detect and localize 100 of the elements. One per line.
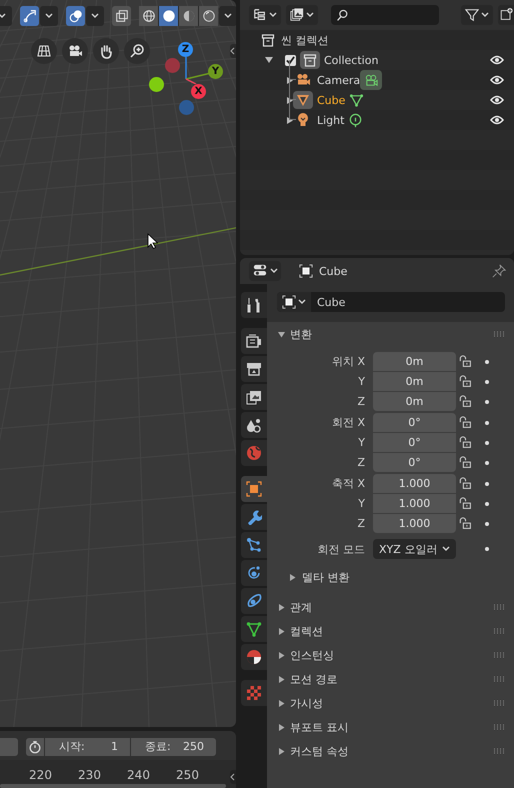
display-mode-button[interactable] — [249, 5, 281, 25]
axis-handle[interactable] — [179, 100, 194, 115]
lock-toggle[interactable] — [458, 476, 474, 490]
keyframe-dot[interactable] — [485, 460, 489, 464]
visibility-toggle[interactable] — [490, 115, 504, 125]
camera-button[interactable] — [62, 38, 88, 64]
subpanel-header[interactable]: 델타 변환 — [267, 565, 514, 589]
number-field[interactable]: 1.000 — [373, 474, 456, 493]
lock-toggle[interactable] — [458, 456, 474, 470]
dropdown-button[interactable] — [40, 6, 58, 26]
checkbox[interactable] — [285, 54, 296, 66]
number-field[interactable]: 1.000 — [373, 494, 456, 513]
data-tab[interactable] — [241, 616, 267, 642]
stopwatch-button[interactable] — [26, 738, 44, 756]
search-field[interactable] — [331, 5, 439, 25]
overlays-toggle[interactable] — [66, 6, 85, 26]
view-layer-tab[interactable] — [241, 384, 267, 410]
object-tab[interactable] — [241, 476, 267, 502]
keyframe-dot[interactable] — [485, 360, 489, 364]
visibility-toggle[interactable] — [490, 55, 504, 65]
new-collection-button[interactable] — [498, 5, 514, 25]
panel-header[interactable]: 관계 — [267, 595, 514, 619]
output-tab[interactable] — [241, 356, 267, 382]
camera-data-icon[interactable] — [360, 70, 382, 90]
number-field[interactable]: 0m — [373, 352, 456, 371]
particles-tab[interactable] — [241, 532, 267, 558]
sidebar-arrow-button[interactable] — [230, 770, 236, 784]
keyframe-dot[interactable] — [485, 440, 489, 444]
dropdown-button[interactable] — [86, 6, 104, 26]
number-field[interactable]: 0° — [373, 453, 456, 472]
collection-icon[interactable] — [300, 51, 320, 69]
end-frame-field[interactable]: 종료: 250 — [131, 738, 216, 756]
number-field[interactable]: 0° — [373, 433, 456, 452]
keyframe-dot[interactable] — [485, 522, 489, 526]
scene-collection-label[interactable]: 씬 컬렉션 — [281, 32, 328, 48]
start-frame-field[interactable]: 시작: 1 — [45, 738, 130, 756]
render-tab[interactable] — [241, 328, 267, 354]
panel-header[interactable]: 모션 경로 — [267, 667, 514, 691]
collapse-arrow-icon[interactable] — [265, 56, 273, 64]
grid-button[interactable] — [31, 38, 57, 64]
visibility-toggle[interactable] — [490, 75, 504, 85]
physics-tab[interactable] — [241, 560, 267, 586]
panel-header[interactable]: 가시성 — [267, 691, 514, 715]
lock-toggle[interactable] — [458, 496, 474, 510]
lock-toggle[interactable] — [458, 354, 474, 368]
z-axis-handle[interactable]: Z — [178, 42, 193, 57]
lock-toggle[interactable] — [458, 394, 474, 408]
hand-button[interactable] — [93, 38, 119, 64]
object-name[interactable]: Camera — [317, 74, 360, 86]
panel-header[interactable]: 컬렉션 — [267, 619, 514, 643]
solid-shading-button[interactable] — [159, 6, 178, 26]
xray-toggle[interactable] — [112, 6, 131, 26]
keyframe-dot[interactable] — [485, 400, 489, 404]
keyframe-dot[interactable] — [485, 502, 489, 506]
panel-header[interactable]: 변환 — [267, 322, 514, 346]
material-shading-button[interactable] — [179, 6, 198, 26]
number-field[interactable]: 1.000 — [373, 514, 456, 533]
scene-tab[interactable] — [241, 412, 267, 438]
lock-toggle[interactable] — [458, 436, 474, 450]
number-field[interactable]: 0m — [373, 372, 456, 391]
panel-header[interactable]: 커스텀 속성 — [267, 739, 514, 763]
proportional-toggle[interactable] — [20, 6, 39, 26]
lock-toggle[interactable] — [458, 374, 474, 388]
panel-header[interactable]: 뷰포트 표시 — [267, 715, 514, 739]
lock-toggle[interactable] — [458, 416, 474, 430]
panel-header[interactable]: 인스턴싱 — [267, 643, 514, 667]
tool-tab[interactable] — [241, 292, 267, 318]
object-name[interactable]: Cube — [317, 94, 346, 106]
number-field[interactable]: 0m — [373, 392, 456, 411]
editor-type-button[interactable] — [249, 261, 281, 281]
lock-toggle[interactable] — [458, 516, 474, 530]
y-axis-handle[interactable]: Y — [208, 64, 223, 79]
x-axis-handle[interactable]: X — [191, 84, 206, 99]
axis-handle[interactable] — [149, 77, 164, 92]
wireframe-shading-button[interactable] — [139, 6, 158, 26]
filter-mode-button[interactable] — [286, 5, 318, 25]
collection-name[interactable]: Collection — [324, 54, 378, 66]
modifiers-tab[interactable] — [241, 504, 267, 530]
number-field[interactable]: 0° — [373, 413, 456, 432]
axis-handle[interactable] — [165, 58, 180, 73]
sidebar-arrow-button[interactable] — [230, 44, 236, 58]
texture-tab[interactable] — [241, 680, 267, 706]
filter-button[interactable] — [461, 5, 493, 25]
rendered-shading-button[interactable] — [199, 6, 218, 26]
object-name[interactable]: Light — [317, 114, 344, 126]
material-tab[interactable] — [241, 644, 267, 670]
scrollbar[interactable] — [0, 784, 226, 788]
visibility-toggle[interactable] — [490, 95, 504, 105]
keyframe-dot[interactable] — [485, 482, 489, 486]
keyframe-dot[interactable] — [485, 380, 489, 384]
data-block-dropdown[interactable] — [277, 292, 311, 312]
zoom-button[interactable] — [124, 38, 150, 64]
rotation-mode-dropdown[interactable]: XYZ 오일러 — [373, 539, 456, 559]
mesh-object-icon[interactable] — [293, 91, 313, 109]
constraints-tab[interactable] — [241, 588, 267, 614]
keyframe-dot[interactable] — [485, 547, 489, 551]
name-field[interactable]: Cube — [277, 292, 505, 312]
keyframe-dot[interactable] — [485, 420, 489, 424]
dropdown-button[interactable] — [219, 6, 236, 26]
number-field[interactable] — [0, 738, 18, 756]
